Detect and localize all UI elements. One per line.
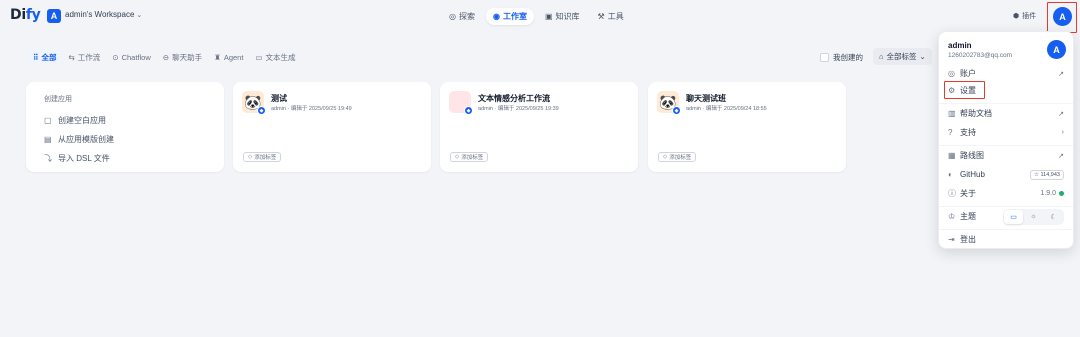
external-link-icon: ↗	[1058, 110, 1064, 118]
app-type-badge-icon: ◆	[464, 106, 473, 115]
menu-user-name: admin	[948, 41, 972, 50]
create-from-template[interactable]: ▤ 从应用模版创建	[44, 130, 224, 149]
version-text: 1.9.0	[1040, 190, 1056, 197]
create-app-title: 创建应用	[44, 96, 72, 103]
filter-text-generation[interactable]: ▭ 文本生成	[250, 50, 300, 65]
tag-icon: ◇	[663, 154, 668, 160]
tag-filter-dropdown[interactable]: ⌂ 全部标签 ⌄	[873, 48, 932, 65]
github-stars-badge: ☆ 114,943	[1030, 169, 1064, 180]
menu-item-github[interactable]: ◐ GitHub ☆ 114,943	[939, 165, 1073, 184]
app-type-filters: ⠿ 全部 ⇆ 工作流 ⊙ Chatflow ⊖ 聊天助手 ♜ Agent ▭ 文本生成	[28, 50, 301, 65]
app-name: 聊天测试班	[686, 94, 726, 103]
workspace-badge[interactable]: A	[47, 9, 61, 23]
created-by-me-checkbox[interactable]	[820, 53, 829, 62]
menu-item-theme: ♔ 主题 ▭ ☼ ☾	[939, 207, 1073, 226]
import-icon: ⤵	[44, 154, 52, 163]
logout-icon: ⇥	[948, 235, 955, 244]
app-meta: admin · 编辑于 2025/09/25 19:49	[271, 106, 352, 112]
chatflow-icon: ⊙	[112, 53, 119, 62]
menu-item-roadmap[interactable]: ▦ 路线图 ↗	[939, 146, 1073, 165]
account-dropdown-menu: admin 1260202783@qq.com A ◎ 账户 ↗ ⚙ 设置 ▥ 帮助文档…	[938, 31, 1074, 249]
top-bar: Dify A admin's Workspace ⌄ ◎ 探索 ◉ 工作室 ▣ 知识库 …	[0, 0, 1080, 34]
workflow-icon: ⇆	[68, 53, 75, 62]
menu-item-help-docs[interactable]: ▥ 帮助文档 ↗	[939, 104, 1073, 123]
menu-item-support[interactable]: ? 支持 ›	[939, 123, 1073, 142]
app-name: 测试	[271, 94, 287, 103]
tag-icon: ⌂	[879, 52, 884, 61]
app-type-badge-icon: ◆	[672, 106, 681, 115]
nav-knowledge[interactable]: ▣ 知识库	[538, 8, 587, 25]
grid-icon: ⠿	[33, 53, 39, 62]
robot-icon: ◉	[492, 12, 500, 21]
app-card[interactable]: 🐼 ◆ 聊天测试班 admin · 编辑于 2025/09/24 18:55 ◇…	[648, 82, 846, 172]
tag-icon: ◇	[248, 154, 253, 160]
filter-chatflow[interactable]: ⊙ Chatflow	[107, 50, 155, 65]
created-by-me-toggle[interactable]: 我创建的	[820, 52, 863, 63]
book-open-icon: ▥	[948, 109, 956, 118]
plugin-icon: ⬢	[1013, 13, 1020, 20]
chevron-right-icon: ›	[1061, 129, 1064, 136]
compass-icon: ◎	[449, 12, 456, 21]
menu-user-email: 1260202783@qq.com	[948, 52, 1013, 59]
dify-logo[interactable]: Dify	[10, 7, 41, 23]
add-tag-button[interactable]: ◇ 添加标签	[450, 152, 489, 162]
app-meta: admin · 编辑于 2025/09/25 19:39	[478, 106, 559, 112]
chevron-down-icon: ⌄	[136, 12, 143, 19]
avatar: A	[1047, 40, 1066, 59]
filter-workflow[interactable]: ⇆ 工作流	[64, 50, 106, 65]
agent-icon: ♜	[214, 53, 221, 62]
text-gen-icon: ▭	[255, 53, 263, 62]
theme-light-sun-icon[interactable]: ☼	[1024, 210, 1043, 224]
external-link-icon: ↗	[1058, 152, 1064, 160]
book-icon: ▣	[544, 12, 553, 21]
tag-icon: ◇	[455, 154, 460, 160]
info-icon: ⓘ	[948, 189, 956, 198]
plugins-button[interactable]: ⬢ 插件	[1013, 11, 1036, 21]
add-tag-button[interactable]: ◇ 添加标签	[658, 152, 697, 162]
user-circle-icon: ◎	[948, 69, 955, 78]
nav-studio[interactable]: ◉ 工作室	[485, 8, 534, 25]
chevron-down-icon: ⌄	[919, 52, 926, 61]
nav-explore[interactable]: ◎ 探索	[442, 8, 482, 25]
status-dot	[1059, 191, 1064, 196]
app-name: 文本情感分析工作流	[478, 94, 550, 103]
theme-toggle: ▭ ☼ ☾	[1003, 208, 1064, 225]
filter-all[interactable]: ⠿ 全部	[28, 50, 62, 65]
map-icon: ▦	[948, 151, 956, 160]
nav-tools[interactable]: ⚒ 工具	[591, 8, 631, 25]
menu-item-about[interactable]: ⓘ 关于 1.9.0	[939, 184, 1073, 203]
main-nav: ◎ 探索 ◉ 工作室 ▣ 知识库 ⚒ 工具	[442, 8, 631, 25]
app-card[interactable]: 🐼 ◆ 测试 admin · 编辑于 2025/09/25 19:49 ◇ 添加标…	[233, 82, 431, 172]
template-icon: ▤	[44, 135, 52, 144]
file-plus-icon: ▢	[44, 116, 52, 125]
filter-agent[interactable]: ♜ Agent	[209, 50, 248, 65]
app-meta: admin · 编辑于 2025/09/24 18:55	[686, 106, 767, 112]
chat-bubble-icon: ⊖	[162, 53, 170, 62]
theme-system-monitor-icon[interactable]: ▭	[1004, 209, 1023, 224]
hammer-icon: ⚒	[597, 12, 605, 21]
help-circle-icon: ?	[948, 128, 953, 137]
shirt-icon: ♔	[948, 212, 956, 221]
app-card[interactable]: ◆ 文本情感分析工作流 admin · 编辑于 2025/09/25 19:39…	[440, 82, 638, 172]
github-icon: ◐	[948, 170, 953, 179]
workspace-selector[interactable]: admin's Workspace ⌄	[65, 10, 142, 19]
menu-item-logout[interactable]: ⇥ 登出	[939, 230, 1073, 249]
settings-highlight-box	[944, 81, 985, 99]
app-type-badge-icon: ◆	[257, 106, 266, 115]
menu-user-info: admin 1260202783@qq.com	[948, 41, 1012, 59]
create-app-card: 创建应用 ▢ 创建空白应用 ▤ 从应用模版创建 ⤵ 导入 DSL 文件	[26, 82, 224, 172]
create-blank-app[interactable]: ▢ 创建空白应用	[44, 111, 224, 130]
star-icon: ☆	[1034, 171, 1039, 178]
add-tag-button[interactable]: ◇ 添加标签	[243, 152, 282, 162]
theme-dark-moon-icon[interactable]: ☾	[1044, 210, 1063, 224]
external-link-icon: ↗	[1058, 70, 1064, 78]
import-dsl-file[interactable]: ⤵ 导入 DSL 文件	[44, 149, 224, 168]
avatar-highlight-box	[1047, 2, 1077, 33]
filter-chat-assistant[interactable]: ⊖ 聊天助手	[158, 50, 207, 65]
